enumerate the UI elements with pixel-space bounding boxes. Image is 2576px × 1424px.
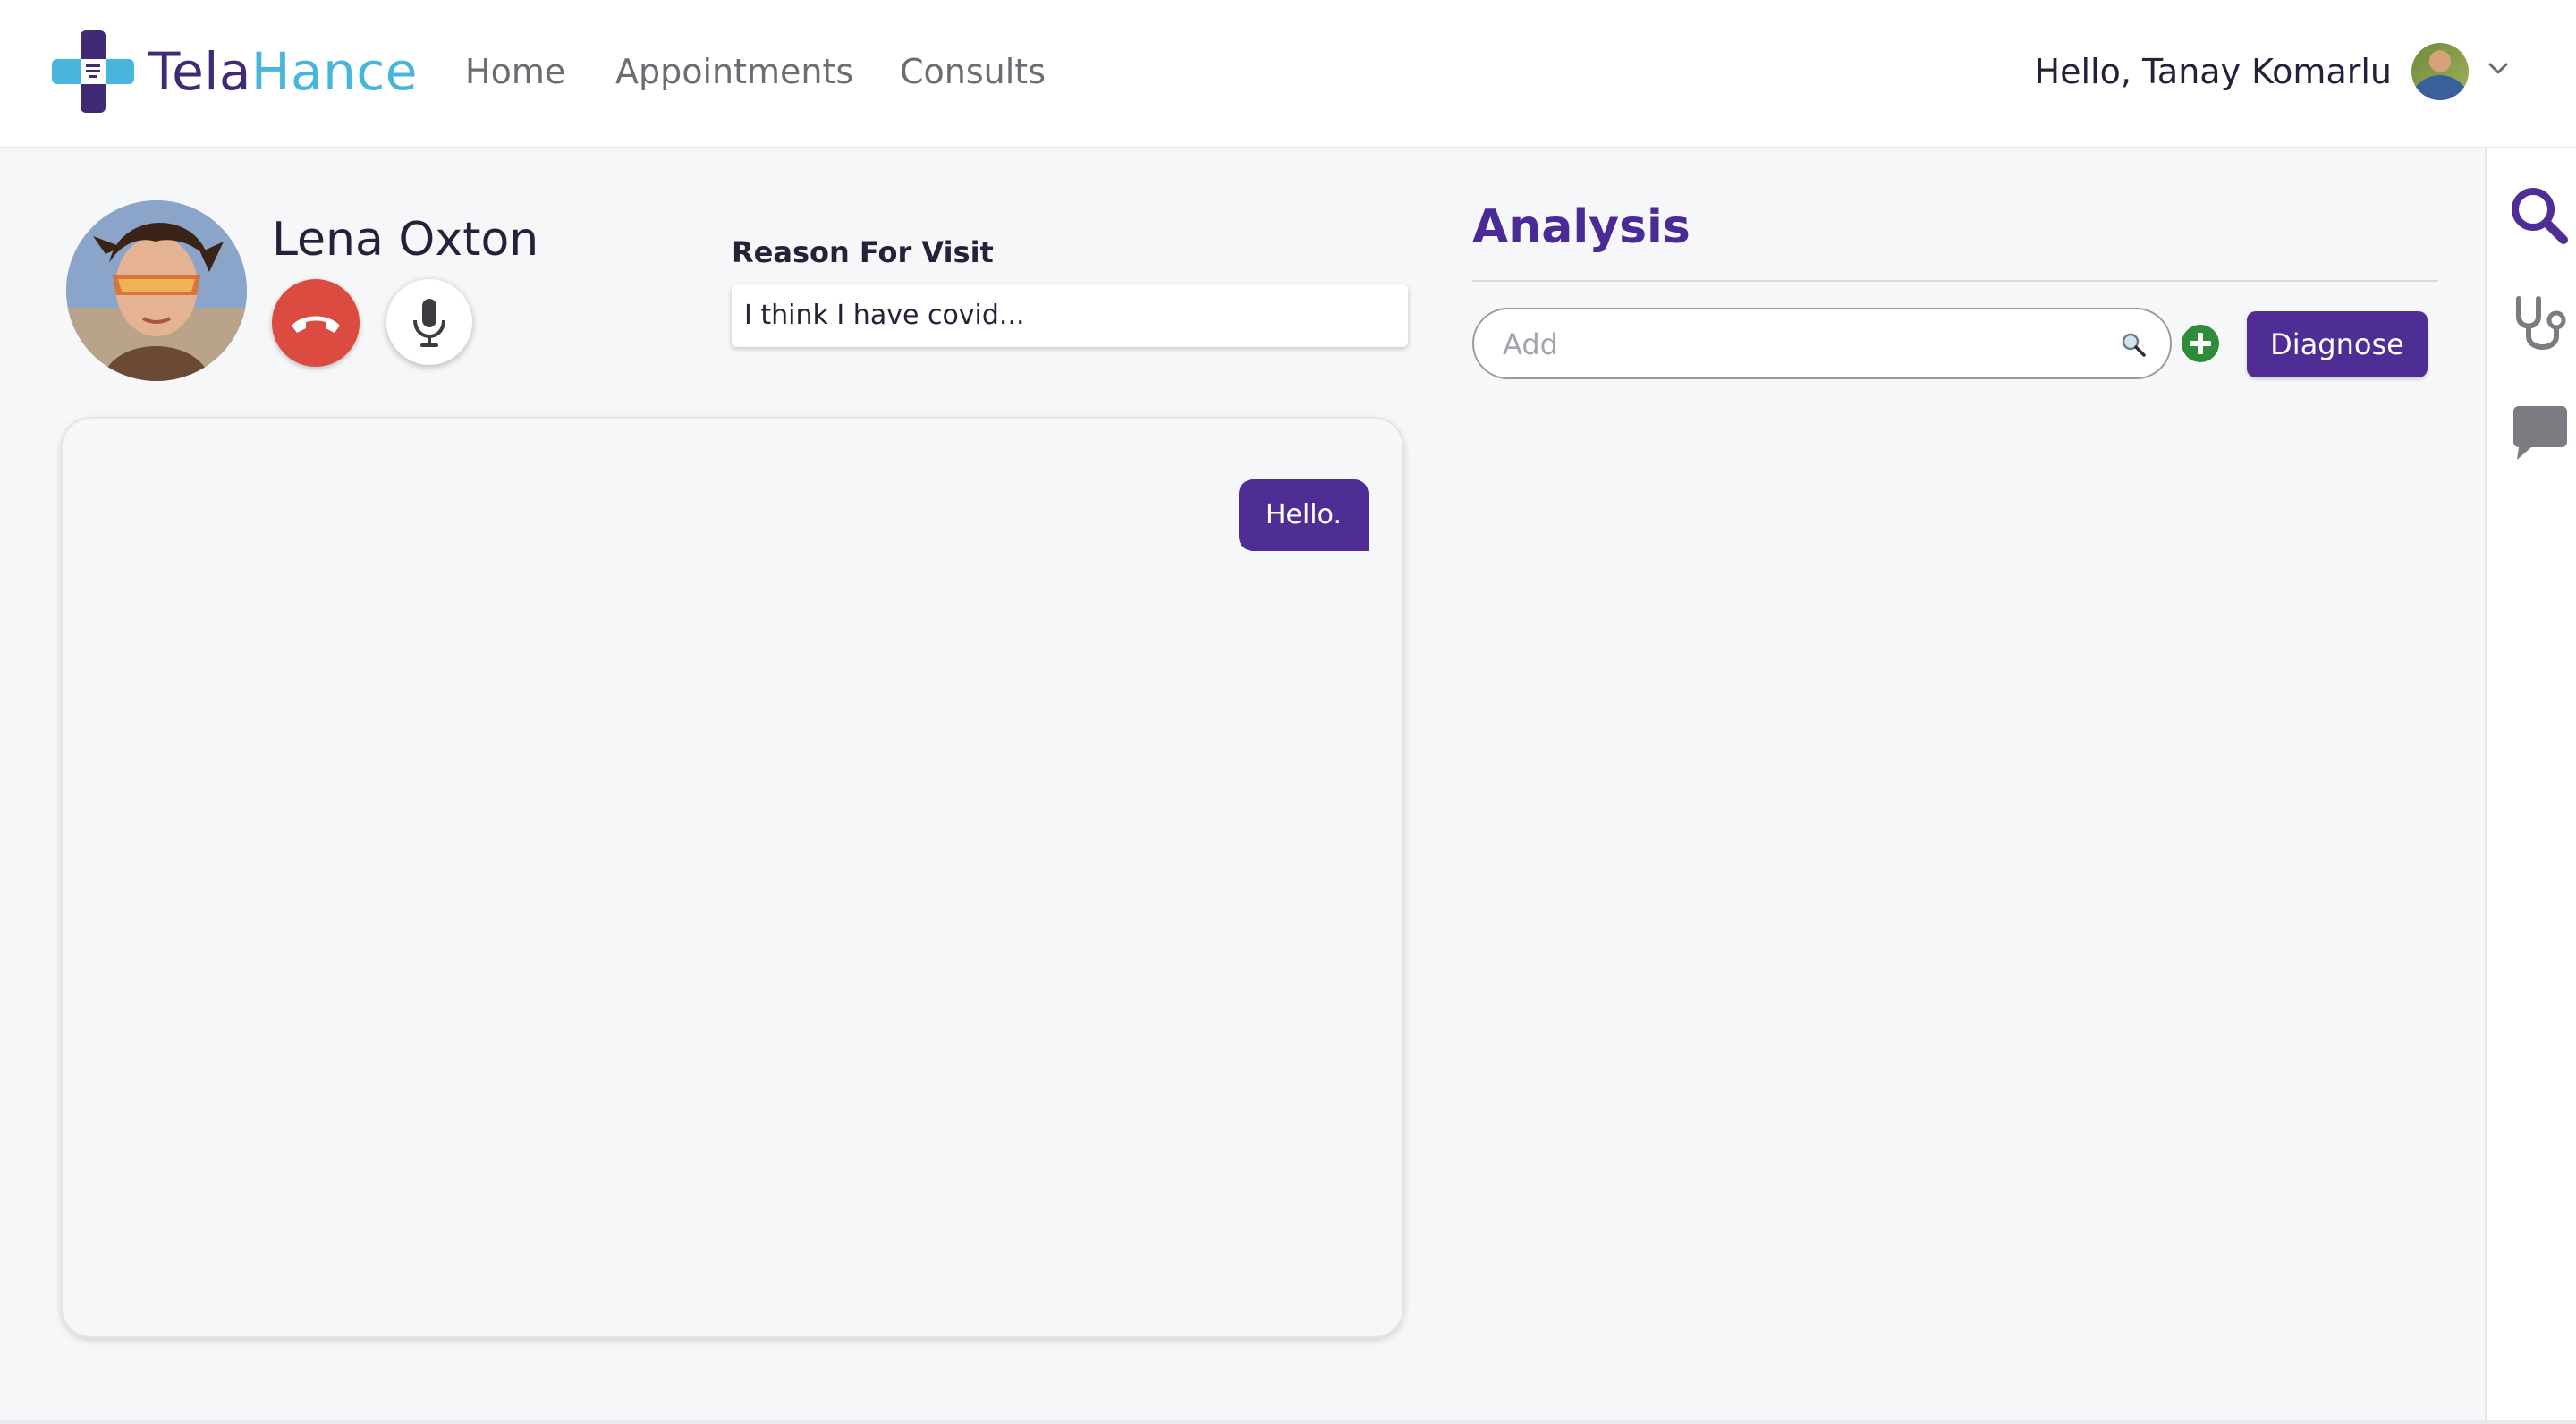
nav-appointments-link[interactable]: Appointments (615, 47, 853, 97)
reason-for-visit-field[interactable]: I think I have covid... (732, 284, 1408, 347)
analysis-search-input[interactable] (1501, 309, 2077, 379)
analysis-divider (1472, 280, 2438, 282)
user-greeting: Hello, Tanay Komarlu (2034, 52, 2392, 91)
end-call-button[interactable] (272, 279, 360, 367)
search-icon[interactable] (2508, 184, 2571, 247)
patient-avatar (66, 200, 247, 381)
nav-consults-link[interactable]: Consults (900, 47, 1046, 97)
user-avatar[interactable] (2411, 43, 2469, 100)
magnifier-icon (2122, 333, 2146, 357)
brand-name-part1: Tela (148, 41, 251, 102)
stethoscope-icon[interactable] (2508, 293, 2571, 356)
brand-wordmark[interactable]: TelaHance (148, 36, 418, 107)
analysis-heading: Analysis (1472, 200, 1690, 254)
brand-name-part2: Hance (250, 41, 418, 102)
chat-transcript-panel[interactable]: Hello. (61, 417, 1404, 1338)
microphone-icon (413, 299, 445, 347)
patient-portrait-illustration (66, 200, 247, 381)
nav-home-link[interactable]: Home (465, 47, 565, 97)
patient-name: Lena Oxton (272, 213, 539, 267)
microphone-button[interactable] (386, 279, 472, 365)
logo-cross-icon[interactable] (52, 30, 134, 113)
diagnose-button[interactable]: Diagnose (2247, 311, 2428, 377)
chat-message-bubble: Hello. (1238, 479, 1368, 551)
chevron-down-icon[interactable] (2485, 55, 2512, 82)
top-navigation-bar: TelaHance Home Appointments Consults Hel… (0, 0, 2576, 148)
plus-circle-icon[interactable] (2181, 324, 2220, 363)
analysis-search-container (1472, 308, 2172, 379)
reason-for-visit-label: Reason For Visit (732, 235, 994, 269)
right-tool-rail (2485, 148, 2576, 1424)
chat-bubble-icon[interactable] (2508, 403, 2571, 465)
phone-hangup-icon (292, 316, 340, 333)
bottom-edge-strip (0, 1420, 2576, 1424)
